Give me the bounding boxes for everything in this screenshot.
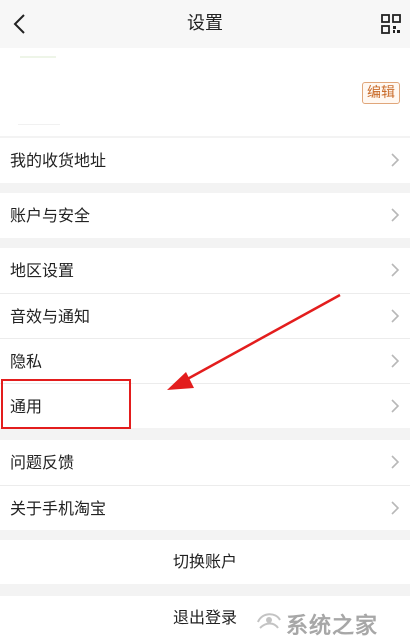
avatar-placeholder [20,56,56,58]
chevron-right-icon [391,501,400,515]
chevron-right-icon [391,263,400,277]
settings-item-about[interactable]: 关于手机淘宝 [0,485,410,530]
settings-item-label: 我的收货地址 [10,151,107,170]
settings-item-label: 问题反馈 [10,453,75,472]
settings-group-account: 账户与安全 [0,193,410,238]
settings-item-label: 地区设置 [10,261,75,280]
profile-divider [18,124,60,125]
settings-item-label: 关于手机淘宝 [10,499,107,518]
chevron-right-icon [391,354,400,368]
settings-item-label: 账户与安全 [10,206,91,225]
settings-item-sound-notifications[interactable]: 音效与通知 [0,293,410,338]
edit-button[interactable]: 编辑 [362,82,400,104]
settings-group-address: 我的收货地址 [0,138,410,183]
settings-item-general[interactable]: 通用 [0,383,410,428]
chevron-right-icon [391,153,400,167]
settings-group-about: 问题反馈 关于手机淘宝 [0,440,410,530]
chevron-right-icon [391,399,400,413]
top-bar: 设置 [0,0,410,48]
settings-item-feedback[interactable]: 问题反馈 [0,440,410,485]
settings-group-general: 地区设置 音效与通知 隐私 通用 [0,248,410,428]
profile-card[interactable]: 编辑 [0,48,410,136]
watermark-text: 系统之家 [286,613,379,639]
switch-account-button[interactable]: 切换账户 [0,540,410,584]
settings-item-label: 隐私 [10,352,43,371]
settings-item-address[interactable]: 我的收货地址 [0,138,410,183]
settings-item-label: 通用 [10,397,43,416]
site-watermark: 系统之家 [252,602,402,639]
qr-scan-button[interactable] [380,13,402,35]
settings-item-label: 音效与通知 [10,307,91,326]
page-title: 设置 [187,13,223,34]
chevron-right-icon [391,208,400,222]
settings-item-privacy[interactable]: 隐私 [0,338,410,383]
watermark-logo-icon [257,613,281,629]
settings-item-account-security[interactable]: 账户与安全 [0,193,410,238]
settings-item-region[interactable]: 地区设置 [0,248,410,293]
qr-scan-icon [381,14,401,34]
chevron-right-icon [391,309,400,323]
chevron-right-icon [391,455,400,469]
